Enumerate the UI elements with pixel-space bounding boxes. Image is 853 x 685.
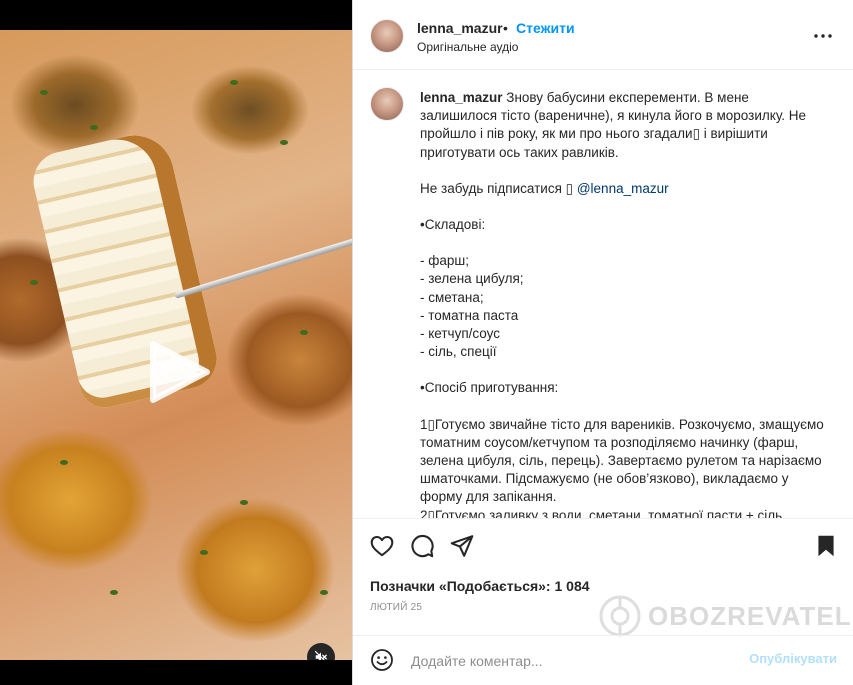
mute-button[interactable] [307, 643, 335, 660]
heart-icon [370, 535, 394, 557]
post-header: lenna_mazur • Стежити Оригінальне аудіо [353, 0, 853, 70]
method-title: •Спосіб приготування: [420, 380, 559, 396]
play-icon [150, 341, 210, 403]
garnish [30, 280, 38, 285]
play-button[interactable] [147, 340, 211, 404]
post-comment-button[interactable]: Опублікувати [749, 651, 837, 666]
comment-bubble-icon [411, 534, 434, 558]
like-button[interactable] [368, 533, 396, 561]
bookmark-icon [818, 535, 834, 557]
fork [174, 237, 352, 299]
garnish [300, 330, 308, 335]
ingredient-item: - зелена цибуля; [420, 271, 524, 287]
subscribe-text: Не забудь підписатися ▯ [420, 180, 574, 196]
watermark-logo-icon [599, 595, 641, 637]
garnish [90, 125, 98, 130]
volume-muted-icon [314, 650, 327, 660]
comment-button[interactable] [408, 533, 436, 561]
ingredient-item: - сіль, спеції [420, 344, 497, 360]
method-step-1: 1▯Готуємо звичайне тісто для вареників. … [420, 416, 824, 505]
follow-button[interactable]: Стежити [516, 20, 575, 36]
ingredients-title: •Складові: [420, 217, 486, 233]
method-step-2: 2▯Готуємо заливку з води, сметани, томат… [420, 507, 786, 518]
garnish [60, 460, 68, 465]
mention-link[interactable]: @lenna_mazur [577, 181, 669, 196]
comment-bar: Опублікувати [353, 635, 853, 685]
paper-plane-icon [450, 535, 474, 557]
garnish [200, 550, 208, 555]
comment-input[interactable] [409, 648, 733, 674]
watermark-text: OBOZREVATEL [648, 600, 852, 631]
share-button[interactable] [448, 533, 476, 561]
post-date: ЛЮТИЙ 25 [370, 602, 423, 613]
ingredient-item: - кетчуп/соус [420, 326, 500, 342]
caption-avatar[interactable] [370, 87, 404, 121]
smiley-icon [371, 649, 393, 671]
caption-username[interactable]: lenna_mazur [420, 90, 503, 105]
more-options-button[interactable] [811, 26, 835, 46]
caption-text: lenna_mazur Знову бабусини експеременти.… [420, 89, 825, 518]
avatar[interactable] [370, 19, 404, 53]
garnish [40, 90, 48, 95]
caption-intro: lenna_mazur Знову бабусини експеременти.… [420, 89, 825, 162]
separator-dot: • [503, 20, 508, 36]
garnish [230, 80, 238, 85]
watermark: OBOZREVATEL [598, 594, 852, 638]
ingredient-item: - сметана; [420, 289, 484, 305]
audio-label[interactable]: Оригінальне аудіо [417, 40, 518, 54]
garnish [320, 590, 328, 595]
video-player[interactable] [0, 30, 352, 660]
ingredient-item: - фарш; [420, 253, 469, 269]
more-dots-icon [814, 34, 832, 38]
emoji-button[interactable] [370, 648, 394, 672]
garnish [240, 500, 248, 505]
garnish [280, 140, 288, 145]
ingredient-item: - томатна паста [420, 307, 519, 323]
garnish [110, 590, 118, 595]
save-button[interactable] [812, 533, 840, 561]
post-panel: lenna_mazur • Стежити Оригінальне аудіо … [352, 0, 853, 685]
subscribe-line: Не забудь підписатися ▯ @lenna_mazur [420, 180, 825, 198]
likes-count[interactable]: Позначки «Подобається»: 1 084 [370, 578, 590, 594]
caption-scroll[interactable]: lenna_mazur Знову бабусини експеременти.… [353, 71, 853, 518]
author-username[interactable]: lenna_mazur [417, 20, 503, 36]
